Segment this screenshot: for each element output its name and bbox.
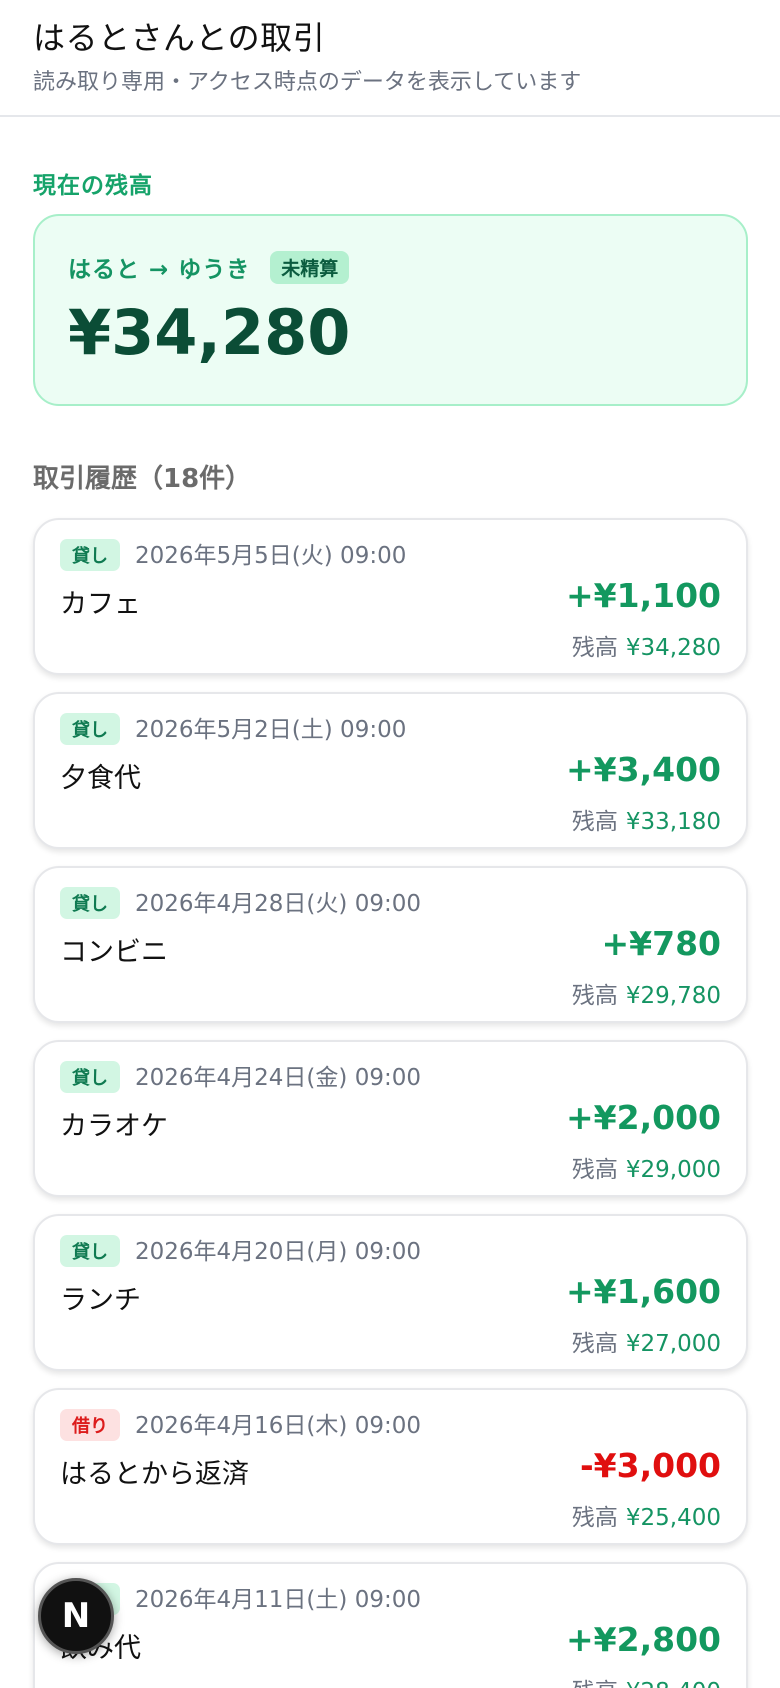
transaction-card[interactable]: 借り 2026年4月16日(木) 09:00 はるとから返済 -¥3,000 残高 ¥25…	[33, 1388, 748, 1545]
balance-header: はると → ゆうき 未精算	[68, 250, 350, 284]
balance-value: ¥28,400	[626, 1679, 721, 1688]
history-title: 取引履歴（18件）	[33, 464, 252, 494]
transaction-date: 2026年4月28日(火) 09:00	[135, 891, 421, 917]
transaction-type-badge: 貸し	[60, 887, 120, 919]
transaction-type-badge: 貸し	[60, 1235, 120, 1267]
transaction-title: カラオケ	[60, 1111, 168, 1142]
status-badge: 未精算	[270, 250, 350, 284]
transaction-card[interactable]: 貸し 2026年4月24日(金) 09:00 カラオケ +¥2,000 残高 ¥29,00…	[33, 1040, 748, 1197]
transaction-date: 2026年5月2日(土) 09:00	[135, 717, 407, 743]
transaction-amount: +¥1,600	[566, 1272, 721, 1311]
balance-label: 残高	[571, 1157, 618, 1183]
balance-label: 残高	[571, 1331, 618, 1357]
transaction-title: カフェ	[60, 589, 141, 620]
transaction-balance: 残高 ¥29,000	[572, 1150, 721, 1184]
transaction-date: 2026年4月16日(木) 09:00	[135, 1413, 421, 1439]
balance-label: 残高	[571, 809, 618, 835]
transaction-date: 2026年4月24日(金) 09:00	[135, 1065, 421, 1091]
balance-label: 残高	[571, 1505, 618, 1531]
transaction-balance: 残高 ¥29,780	[572, 976, 721, 1010]
transaction-title: 夕食代	[60, 763, 141, 794]
balance-label: 残高	[571, 983, 618, 1009]
transaction-title: コンビニ	[60, 937, 168, 968]
transaction-balance: 残高 ¥33,180	[572, 802, 721, 836]
transaction-card[interactable]: 貸し 2026年5月2日(土) 09:00 夕食代 +¥3,400 残高 ¥33,180	[33, 692, 748, 849]
transaction-type-badge: 貸し	[60, 1061, 120, 1093]
balance-value: ¥29,780	[625, 983, 721, 1009]
transaction-card[interactable]: 貸し 2026年5月5日(火) 09:00 カフェ +¥1,100 残高 ¥34,280	[33, 518, 748, 675]
transaction-type-badge: 借り	[60, 1409, 120, 1441]
balance-label: 残高	[572, 1679, 618, 1688]
balance-value: ¥27,000	[625, 1331, 721, 1357]
transaction-amount: +¥780	[601, 924, 722, 963]
transaction-date: 2026年5月5日(火) 09:00	[135, 543, 407, 569]
balance-value: ¥29,000	[625, 1157, 721, 1183]
transaction-card[interactable]: 貸し 2026年4月20日(月) 09:00 ランチ +¥1,600 残高 ¥27,000	[33, 1214, 748, 1371]
transaction-date: 2026年4月11日(土) 09:00	[135, 1587, 421, 1613]
transaction-date: 2026年4月20日(月) 09:00	[135, 1239, 421, 1265]
transaction-amount: +¥2,000	[566, 1098, 721, 1137]
balance-value: ¥34,280	[625, 635, 721, 661]
transaction-card[interactable]: 貸し2026年4月11日(土) 09:00飲み代+¥2,800残高¥28,400	[33, 1562, 748, 1688]
transaction-type-badge: 貸し	[60, 539, 120, 571]
page-subtitle: 読み取り専用・アクセス時点のデータを表示しています	[33, 70, 582, 95]
transaction-balance: 残高 ¥27,000	[572, 1324, 721, 1358]
balance-card: はると → ゆうき 未精算 ¥34,280	[33, 214, 748, 406]
balance-section-label: 現在の残高	[33, 173, 153, 199]
transaction-title: はるとから返済	[60, 1459, 249, 1490]
transaction-type-badge: 貸し	[60, 713, 120, 745]
balance-value: ¥25,400	[625, 1505, 721, 1531]
transaction-list: 貸し 2026年5月5日(火) 09:00 カフェ +¥1,100 残高 ¥34,280 貸…	[33, 518, 748, 1688]
page-title: はるとさんとの取引	[33, 19, 326, 57]
balance-direction: はると → ゆうき	[68, 257, 251, 283]
transaction-amount: +¥1,100	[566, 576, 721, 615]
transaction-amount: +¥2,800	[566, 1620, 721, 1659]
floating-action-button[interactable]: N	[38, 1578, 114, 1654]
page-header: はるとさんとの取引 読み取り専用・アクセス時点のデータを表示しています	[0, 0, 780, 117]
balance-label: 残高	[571, 635, 618, 661]
transaction-balance: 残高 ¥28,400	[572, 1672, 721, 1688]
balance-amount: ¥34,280	[68, 296, 351, 369]
transaction-balance: 残高 ¥34,280	[572, 628, 721, 662]
balance-value: ¥33,180	[625, 809, 721, 835]
transaction-amount: +¥3,400	[566, 750, 721, 789]
n-logo-icon: N	[61, 1596, 91, 1636]
transaction-amount: -¥3,000	[579, 1446, 721, 1485]
transaction-card[interactable]: 貸し 2026年4月28日(火) 09:00 コンビニ +¥780 残高 ¥29,780	[33, 866, 748, 1023]
transaction-title: ランチ	[60, 1285, 141, 1316]
transaction-balance: 残高 ¥25,400	[572, 1498, 721, 1532]
